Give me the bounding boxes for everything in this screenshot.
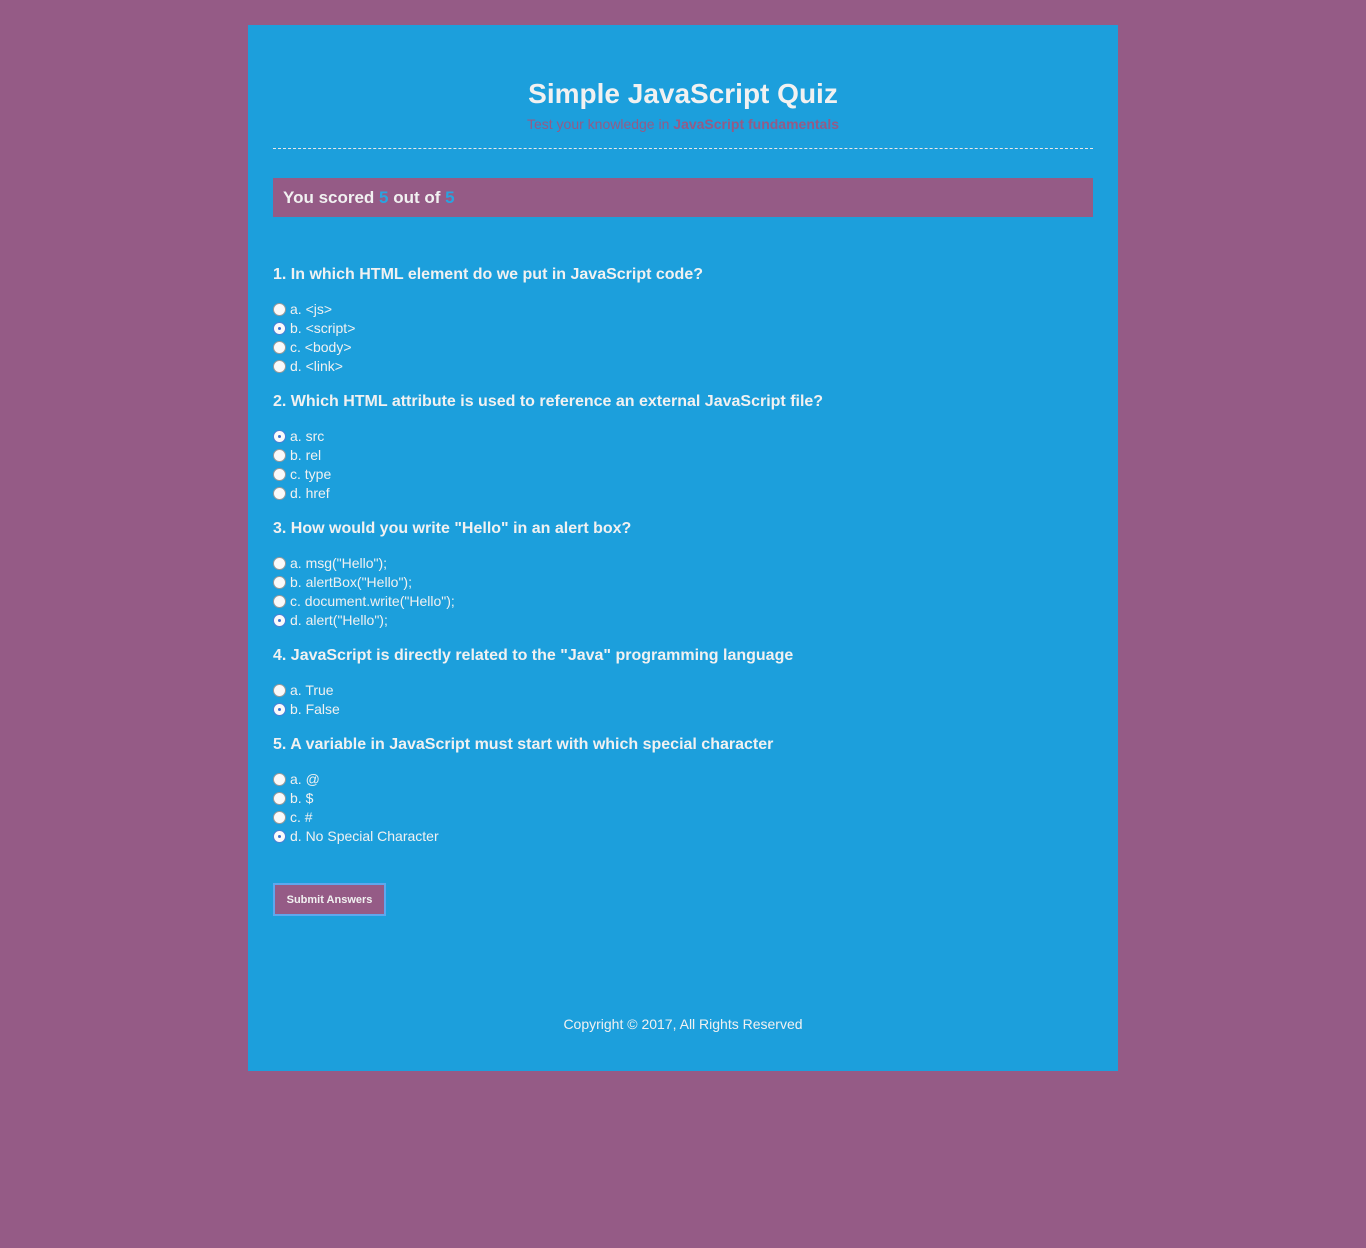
answer-label: a. <js> [290,301,333,317]
answer-label: b. <script> [290,320,356,336]
answer-option[interactable]: a. msg("Hello"); [273,554,1093,573]
page-header: Simple JavaScript Quiz Test your knowled… [273,77,1093,149]
radio-checked[interactable] [273,830,286,843]
answer-label: b. alertBox("Hello"); [290,574,412,590]
answer-option[interactable]: a. True [273,681,1093,700]
answer-label: a. src [290,428,325,444]
answer-option[interactable]: b. alertBox("Hello"); [273,573,1093,592]
score-prefix: You scored [283,188,380,207]
radio-unchecked[interactable] [273,487,286,500]
question-title: 3. How would you write "Hello" in an ale… [273,520,632,537]
answer-list: a. msg("Hello"); b. alertBox("Hello"); c. … [273,554,1093,630]
answer-option[interactable]: c. <body> [273,338,1093,357]
radio-unchecked[interactable] [273,576,286,589]
question-block: 5. A variable in JavaScript must start w… [273,735,1093,846]
radio-unchecked[interactable] [273,360,286,373]
radio-unchecked[interactable] [273,792,286,805]
question-title: 2. Which HTML attribute is used to refer… [273,393,824,410]
answer-option[interactable]: d. href [273,484,1093,503]
radio-unchecked[interactable] [273,684,286,697]
radio-unchecked[interactable] [273,773,286,786]
answer-label: c. <body> [290,339,352,355]
radio-checked[interactable] [273,614,286,627]
answer-list: a. src b. rel c. type d. href [273,427,1093,503]
subtitle-prefix: Test your knowledge in [526,116,674,132]
answer-option[interactable]: d. alert("Hello"); [273,611,1093,630]
answer-option[interactable]: a. src [273,427,1093,446]
answer-label: d. href [290,485,330,501]
answer-list: a. @ b. $ c. # d. No Special Character [273,770,1093,846]
score-correct: 5 [379,188,389,207]
answer-option[interactable]: d. <link> [273,357,1093,376]
score-total: 5 [445,188,455,207]
radio-checked[interactable] [273,703,286,716]
answer-label: d. No Special Character [290,828,439,844]
answer-label: a. True [290,682,334,698]
answer-option[interactable]: c. type [273,465,1093,484]
radio-checked[interactable] [273,322,286,335]
score-banner: You scored 5 out of 5 [273,178,1093,217]
question-block: 1. In which HTML element do we put in Ja… [273,265,1093,376]
radio-unchecked[interactable] [273,595,286,608]
radio-unchecked[interactable] [273,449,286,462]
answer-label: b. False [290,701,340,717]
answer-option[interactable]: b. rel [273,446,1093,465]
question-block: 4. JavaScript is directly related to the… [273,646,1093,719]
page-title: Simple JavaScript Quiz [528,78,838,109]
answer-label: c. # [290,809,313,825]
page-subtitle: Test your knowledge in JavaScript fundam… [273,116,1093,132]
answer-option[interactable]: b. False [273,700,1093,719]
radio-unchecked[interactable] [273,341,286,354]
answer-label: a. @ [290,771,320,787]
answer-label: c. document.write("Hello"); [290,593,455,609]
answer-label: b. rel [290,447,322,463]
answer-list: a. True b. False [273,681,1093,719]
answer-list: a. <js> b. <script> c. <body> d. <link> [273,300,1093,376]
radio-unchecked[interactable] [273,303,286,316]
radio-unchecked[interactable] [273,557,286,570]
answer-label: c. type [290,466,332,482]
answer-option[interactable]: a. <js> [273,300,1093,319]
answer-option[interactable]: b. $ [273,789,1093,808]
answer-option[interactable]: a. @ [273,770,1093,789]
radio-unchecked[interactable] [273,811,286,824]
answer-option[interactable]: d. No Special Character [273,827,1093,846]
quiz-form: 1. In which HTML element do we put in Ja… [273,265,1093,862]
question-block: 2. Which HTML attribute is used to refer… [273,392,1093,503]
footer-copyright: Copyright © 2017, All Rights Reserved [563,1016,803,1032]
question-title: 1. In which HTML element do we put in Ja… [273,266,703,283]
question-title: 4. JavaScript is directly related to the… [273,647,794,664]
radio-unchecked[interactable] [273,468,286,481]
answer-label: d. <link> [290,358,343,374]
subtitle-topic: JavaScript fundamentals [673,116,840,132]
question-block: 3. How would you write "Hello" in an ale… [273,519,1093,630]
answer-label: b. $ [290,790,314,806]
answer-option[interactable]: c. # [273,808,1093,827]
radio-checked[interactable] [273,430,286,443]
score-middle: out of [388,188,446,207]
answer-option[interactable]: b. <script> [273,319,1093,338]
question-title: 5. A variable in JavaScript must start w… [273,736,774,753]
answer-option[interactable]: c. document.write("Hello"); [273,592,1093,611]
answer-label: a. msg("Hello"); [290,555,388,571]
submit-answers-button[interactable]: Submit Answers [273,883,386,916]
answer-label: d. alert("Hello"); [290,612,388,628]
quiz-container: Simple JavaScript Quiz Test your knowled… [248,25,1118,1071]
